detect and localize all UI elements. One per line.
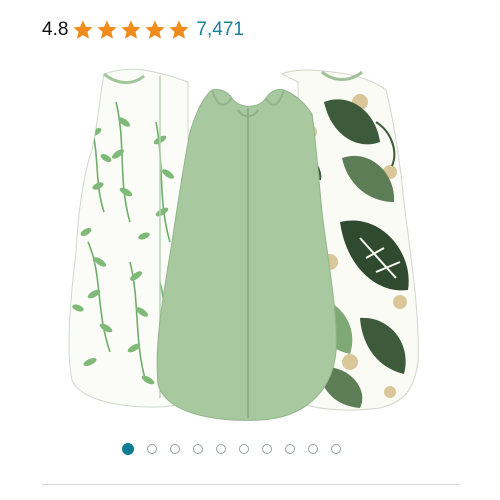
star-icon: [97, 20, 118, 39]
carousel-dot-active[interactable]: [122, 443, 134, 455]
star-icon: [145, 20, 166, 39]
carousel-dot[interactable]: [147, 444, 157, 454]
carousel-dots[interactable]: [122, 443, 354, 455]
carousel-dot[interactable]: [193, 444, 203, 454]
product-image[interactable]: [60, 62, 440, 422]
rating-row[interactable]: 4.8 7,471: [42, 15, 244, 45]
carousel-dot[interactable]: [308, 444, 318, 454]
carousel-dot[interactable]: [285, 444, 295, 454]
carousel-dot[interactable]: [331, 444, 341, 454]
carousel-dot[interactable]: [216, 444, 226, 454]
review-count-link[interactable]: 7,471: [196, 19, 244, 41]
carousel-dot[interactable]: [170, 444, 180, 454]
carousel-dot[interactable]: [262, 444, 272, 454]
star-icon: [73, 20, 94, 39]
rating-value: 4.8: [42, 19, 69, 40]
carousel-dot[interactable]: [239, 444, 249, 454]
star-rating[interactable]: [72, 19, 192, 41]
divider: [42, 484, 460, 485]
sleep-sack-illustration: [68, 68, 419, 421]
star-icon: [169, 20, 190, 39]
star-icon: [121, 20, 142, 39]
